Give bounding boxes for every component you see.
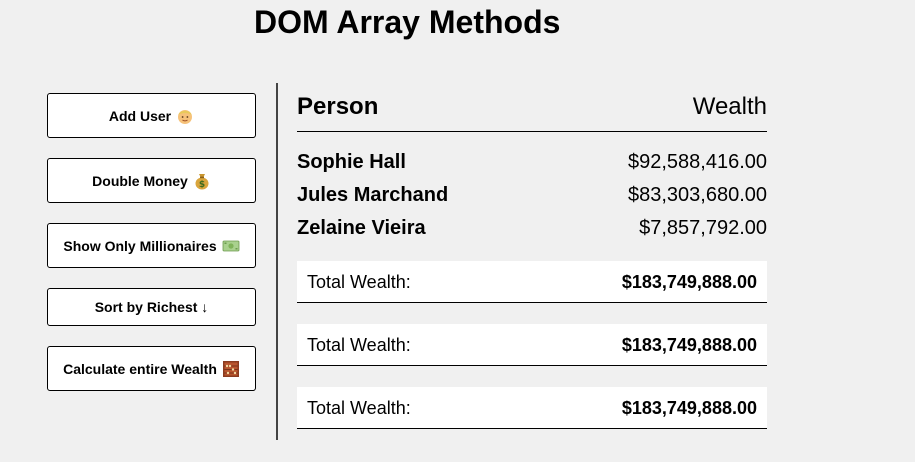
person-emoji-icon [176,107,194,125]
total-wealth-row: Total Wealth: $183,749,888.00 [297,261,767,303]
calculate-wealth-label: Calculate entire Wealth [63,360,217,377]
total-wealth-value: $183,749,888.00 [621,398,757,418]
sort-by-richest-button[interactable]: Sort by Richest ↓ [47,288,256,326]
double-money-button[interactable]: Double Money $ [47,158,256,203]
person-wealth: $7,857,792.00 [639,217,767,239]
show-millionaires-button[interactable]: Show Only Millionaires [47,223,256,268]
person-row: Sophie Hall $92,588,416.00 [297,151,767,184]
svg-text:$: $ [199,180,205,190]
person-name: Sophie Hall [297,151,406,173]
vertical-divider [276,83,278,440]
show-millionaires-label: Show Only Millionaires [63,237,217,254]
person-column-header: Person [297,93,379,120]
total-wealth-label: Total Wealth: [307,335,411,355]
total-wealth-label: Total Wealth: [307,398,411,418]
total-wealth-row: Total Wealth: $183,749,888.00 [297,387,767,429]
total-wealth-label: Total Wealth: [307,272,411,292]
dollar-banknote-icon [222,239,240,253]
wealth-column-header: Wealth [692,93,767,120]
table-header: Person Wealth [297,83,767,132]
person-name: Zelaine Vieira [297,217,426,239]
page-title: DOM Array Methods [254,4,561,40]
sort-by-richest-label: Sort by Richest ↓ [94,299,209,315]
total-wealth-value: $183,749,888.00 [621,272,757,292]
person-name: Jules Marchand [297,184,449,206]
page: DOM Array Methods Add User Double Money … [0,0,915,462]
abacus-icon [222,360,240,378]
person-row: Jules Marchand $83,303,680.00 [297,184,767,217]
add-user-button[interactable]: Add User [47,93,256,138]
money-bag-icon: $ [193,172,211,190]
person-wealth: $83,303,680.00 [627,184,767,206]
double-money-label: Double Money [92,172,188,189]
add-user-label: Add User [108,107,172,124]
person-wealth: $92,588,416.00 [627,151,767,173]
person-row: Zelaine Vieira $7,857,792.00 [297,217,767,250]
calculate-wealth-button[interactable]: Calculate entire Wealth [47,346,256,391]
total-wealth-row: Total Wealth: $183,749,888.00 [297,324,767,366]
total-wealth-value: $183,749,888.00 [621,335,757,355]
